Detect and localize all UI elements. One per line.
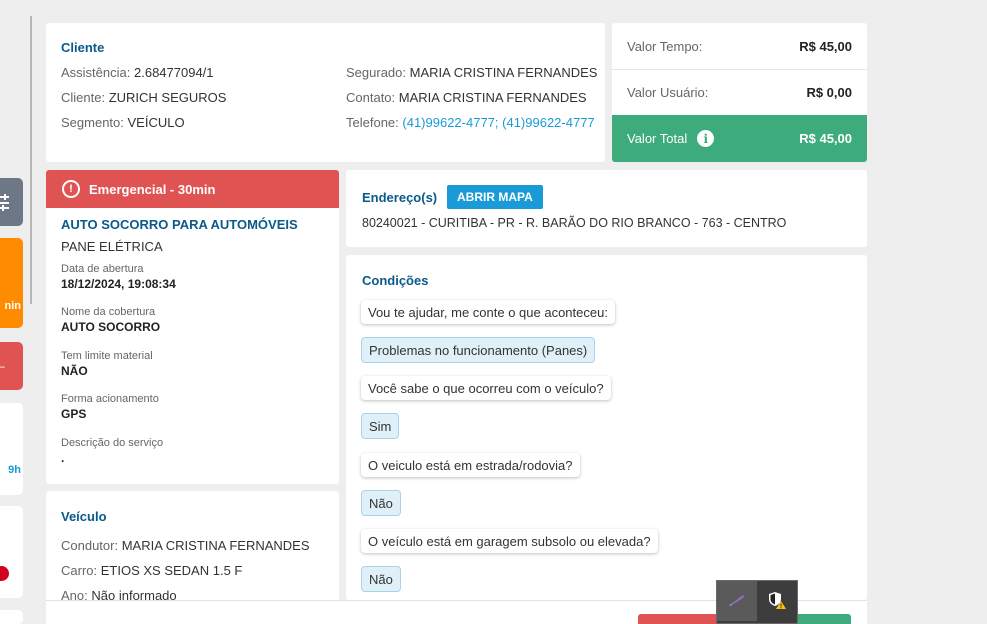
notification-badge	[0, 566, 9, 581]
contato-row: Contato: MARIA CRISTINA FERNANDES	[346, 90, 587, 105]
cliente-card: Cliente Assistência: 2.68477094/1 Client…	[46, 23, 605, 162]
valor-usuario-label: Valor Usuário:	[627, 85, 709, 100]
valor-tempo-value: R$ 45,00	[799, 38, 852, 54]
side-tab-card-2[interactable]	[0, 506, 23, 598]
tray-item-pen[interactable]	[717, 581, 757, 621]
service-subtype: PANE ELÉTRICA	[61, 239, 163, 254]
field-nome-cobertura: Nome da cobertura AUTO SOCORRO	[61, 306, 160, 334]
valor-usuario-row: Valor Usuário: R$ 0,00	[612, 69, 867, 115]
segurado-value: MARIA CRISTINA FERNANDES	[409, 65, 598, 80]
left-divider	[30, 16, 32, 304]
condicoes-title: Condições	[362, 273, 429, 288]
segurado-row: Segurado: MARIA CRISTINA FERNANDES	[346, 65, 597, 80]
carro-label: Carro:	[61, 563, 98, 578]
field-label: Descrição do serviço	[61, 437, 164, 449]
cliente-value: ZURICH SEGUROS	[108, 90, 227, 105]
endereco-title: Endereço(s)	[362, 190, 438, 205]
question-bubble: O veiculo está em estrada/rodovia?	[361, 453, 580, 477]
valor-total-row: Valor Total i R$ 45,00	[612, 115, 867, 162]
carro-value: ETIOS XS SEDAN 1.5 F	[100, 563, 243, 578]
answer-bubble: Sim	[361, 413, 400, 439]
servico-card: ! Emergencial - 30min AUTO SOCORRO PARA …	[46, 170, 339, 484]
valor-total-label: Valor Total	[627, 131, 688, 146]
open-map-button[interactable]: ABRIR MAPA	[447, 185, 543, 209]
side-tab-time-label: 9h	[8, 464, 21, 476]
segmento-label: Segmento:	[61, 115, 124, 130]
field-label: Nome da cobertura	[61, 306, 156, 318]
side-tab-card-1[interactable]: 9h	[0, 403, 23, 495]
priority-label: Emergencial - 30min	[89, 181, 216, 197]
alert-circle-icon: !	[62, 180, 80, 198]
field-data-abertura: Data de abertura 18/12/2024, 19:08:34	[61, 263, 176, 291]
tray-item-security[interactable]	[757, 581, 797, 621]
dash-icon: –	[0, 359, 5, 373]
answer-bubble: Problemas no funcionamento (Panes)	[361, 337, 596, 363]
footer-red-button[interactable]	[638, 614, 718, 624]
contato-value: MARIA CRISTINA FERNANDES	[398, 90, 587, 105]
condutor-row: Condutor: MARIA CRISTINA FERNANDES	[61, 538, 310, 553]
cliente-row: Cliente: ZURICH SEGUROS	[61, 90, 226, 105]
assistencia-row: Assistência: 2.68477094/1	[61, 65, 214, 80]
segurado-label: Segurado:	[346, 65, 406, 80]
assistencia-label: Assistência:	[61, 65, 131, 80]
side-tab-timer[interactable]: nin	[0, 238, 23, 328]
question-bubble: Você sabe o que ocorreu com o veículo?	[361, 376, 611, 400]
field-value: AUTO SOCORRO	[61, 320, 161, 334]
answer-bubble: Não	[361, 490, 401, 516]
field-limite-material: Tem limite material NÃO	[61, 350, 153, 378]
pen-icon	[728, 593, 746, 610]
assistencia-value: 2.68477094/1	[134, 65, 214, 80]
tray-popup	[716, 580, 798, 624]
field-label: Forma acionamento	[61, 393, 159, 405]
side-tab-alert[interactable]: –	[0, 342, 23, 390]
priority-banner: ! Emergencial - 30min	[46, 170, 339, 208]
question-bubble: O veículo está em garagem subsolo ou ele…	[361, 529, 658, 553]
field-value: .	[61, 451, 65, 465]
field-label: Data de abertura	[61, 263, 144, 275]
address-text: 80240021 - CURITIBA - PR - R. BARÃO DO R…	[362, 216, 787, 230]
valor-tempo-label: Valor Tempo:	[627, 38, 703, 54]
side-tab-filters[interactable]	[0, 178, 23, 226]
sliders-icon	[0, 193, 10, 214]
condutor-label: Condutor:	[61, 538, 119, 553]
telefone-row: Telefone: (41)99622-4777; (41)99622-4777	[346, 115, 595, 130]
field-value: GPS	[61, 407, 87, 421]
contato-label: Contato:	[346, 90, 396, 105]
segmento-value: VEÍCULO	[127, 115, 185, 130]
condicoes-card: Condições Vou te ajudar, me conte o que …	[346, 255, 867, 600]
telefone-label: Telefone:	[346, 115, 399, 130]
field-label: Tem limite material	[61, 350, 153, 362]
valor-usuario-value: R$ 0,00	[806, 85, 852, 100]
telefone-link[interactable]: (41)99622-4777; (41)99622-4777	[402, 115, 594, 130]
valor-total-label-group: Valor Total i	[627, 130, 715, 147]
valor-total-value: R$ 45,00	[799, 131, 852, 146]
info-icon[interactable]: i	[697, 130, 715, 147]
side-tab-card-3[interactable]	[0, 610, 23, 624]
field-forma-acionamento: Forma acionamento GPS	[61, 393, 159, 421]
field-value: NÃO	[61, 364, 88, 378]
cliente-title: Cliente	[61, 40, 105, 55]
veiculo-title: Veículo	[61, 509, 107, 524]
valor-tempo-row: Valor Tempo: R$ 45,00	[612, 23, 867, 69]
field-descricao: Descrição do serviço .	[61, 437, 163, 465]
cliente-label: Cliente:	[61, 90, 106, 105]
shield-warning-icon	[767, 590, 787, 613]
service-name: AUTO SOCORRO PARA AUTOMÓVEIS	[61, 217, 298, 232]
footer-green-button[interactable]	[790, 614, 851, 624]
valores-card: Valor Tempo: R$ 45,00 Valor Usuário: R$ …	[612, 23, 867, 162]
carro-row: Carro: ETIOS XS SEDAN 1.5 F	[61, 563, 242, 578]
condutor-value: MARIA CRISTINA FERNANDES	[121, 538, 310, 553]
segmento-row: Segmento: VEÍCULO	[61, 115, 185, 130]
answer-bubble: Não	[361, 566, 401, 592]
endereco-card: Endereço(s) ABRIR MAPA 80240021 - CURITI…	[346, 170, 867, 247]
side-tab-timer-label: nin	[4, 300, 22, 312]
field-value: 18/12/2024, 19:08:34	[61, 277, 176, 291]
question-bubble: Vou te ajudar, me conte o que aconteceu:	[361, 300, 615, 324]
